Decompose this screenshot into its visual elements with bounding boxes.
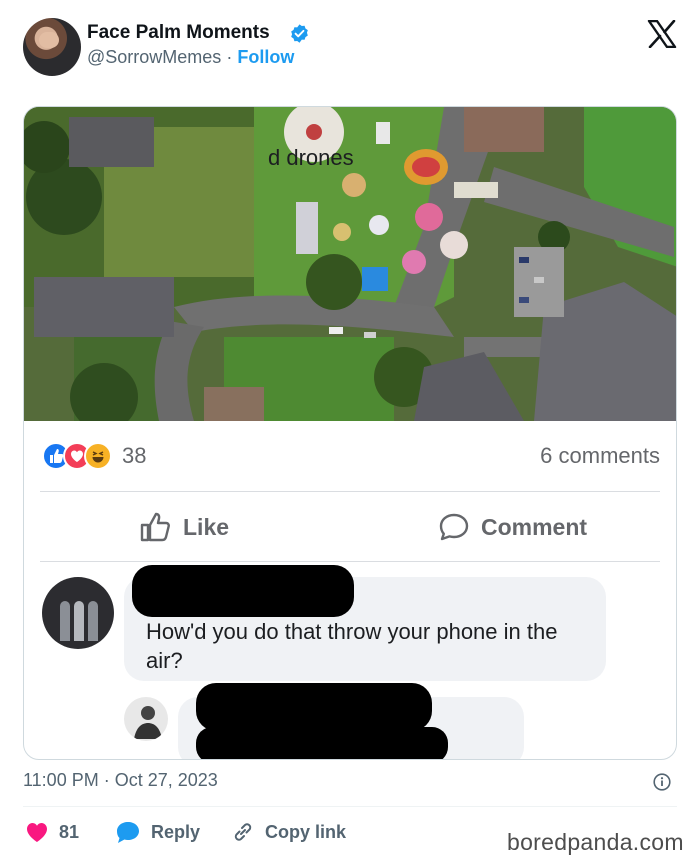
comment-text: How'd you do that throw your phone in th… bbox=[146, 619, 558, 673]
reply-action[interactable]: Reply bbox=[115, 819, 200, 845]
tweet-date: Oct 27, 2023 bbox=[114, 770, 218, 790]
footer-divider bbox=[23, 806, 677, 807]
redacted-reply-text bbox=[196, 727, 448, 759]
author-name[interactable]: Face Palm Moments bbox=[87, 22, 270, 44]
author-handle[interactable]: @SorrowMemes bbox=[87, 47, 221, 67]
copy-link-action[interactable]: Copy link bbox=[231, 819, 346, 845]
tweet-timestamp[interactable]: 11:00 PM · Oct 27, 2023 bbox=[23, 770, 218, 791]
copy-link-label: Copy link bbox=[265, 821, 347, 842]
handle-separator: · bbox=[226, 47, 233, 67]
haha-reaction-icon bbox=[84, 442, 112, 470]
like-button[interactable]: Like bbox=[139, 507, 229, 547]
redacted-replier-name bbox=[196, 683, 432, 731]
reaction-divider bbox=[40, 491, 660, 492]
reply-visible-text: d drones bbox=[268, 145, 354, 170]
redacted-commenter-name bbox=[132, 565, 354, 617]
thumbs-up-icon bbox=[140, 512, 170, 542]
replier-avatar[interactable] bbox=[124, 697, 168, 741]
comment-button[interactable]: Comment bbox=[437, 507, 587, 547]
reaction-count: 38 bbox=[122, 443, 147, 468]
comment-button-label: Comment bbox=[481, 513, 588, 540]
actions-divider bbox=[40, 561, 660, 562]
source-watermark: boredpanda.com bbox=[507, 829, 684, 855]
follow-link[interactable]: Follow bbox=[237, 47, 294, 67]
info-icon[interactable] bbox=[653, 773, 671, 791]
link-icon bbox=[234, 823, 252, 841]
comments-count[interactable]: 6 comments bbox=[540, 443, 660, 469]
tweet-time: 11:00 PM bbox=[23, 770, 99, 790]
like-count: 81 bbox=[59, 821, 80, 842]
x-logo-icon[interactable] bbox=[647, 20, 677, 48]
reaction-summary[interactable]: 38 bbox=[42, 441, 146, 471]
embedded-post-card[interactable]: 38 6 comments Like Comment How'd you do … bbox=[23, 106, 677, 760]
author-handle-line: @SorrowMemes · Follow bbox=[87, 47, 294, 68]
timestamp-separator: · bbox=[103, 770, 110, 790]
like-button-label: Like bbox=[183, 513, 230, 540]
reply-bubble-icon bbox=[117, 822, 139, 843]
author-avatar[interactable] bbox=[23, 18, 81, 76]
heart-icon bbox=[27, 823, 47, 842]
reply-label: Reply bbox=[151, 821, 201, 842]
like-action[interactable]: 81 bbox=[25, 819, 79, 845]
commenter-avatar[interactable] bbox=[42, 577, 114, 649]
comment-bubble-icon bbox=[439, 513, 469, 541]
verified-badge-icon bbox=[291, 24, 308, 43]
